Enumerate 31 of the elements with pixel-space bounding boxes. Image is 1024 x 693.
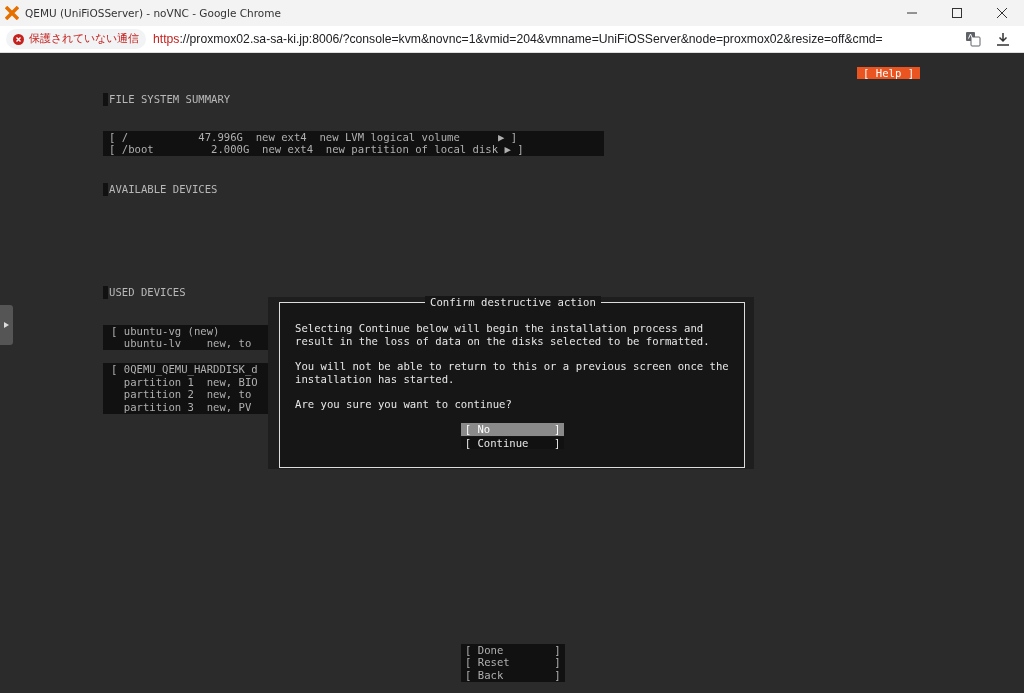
menu-button[interactable]: [ Done ]: [465, 643, 561, 657]
url-text[interactable]: https://proxmox02.sa-sa-ki.jp:8006/?console=kvm&novnc=1&vmid=204&vmname=UniFiOSServer&node=proxmox02&resize=off&cmd=: [153, 32, 958, 46]
side-panel-handle[interactable]: [0, 305, 13, 345]
dialog-button[interactable]: [ Continue ]: [460, 436, 565, 450]
dialog-message: You will not be able to return to this or a previous screen once the installation has started.: [295, 360, 730, 386]
warning-icon: [13, 33, 24, 45]
device-row[interactable]: ubuntu-lv new, to: [111, 337, 271, 350]
file-system-row[interactable]: [ /boot 2.000G new ext4 new partition of local disk ▶ ]: [109, 143, 524, 157]
device-row[interactable]: [ 0QEMU_QEMU_HARDDISK_d: [111, 362, 271, 376]
translate-icon: [965, 31, 981, 47]
close-icon: [996, 8, 1007, 18]
app-logo-icon: [5, 6, 19, 20]
file-system-row[interactable]: [ / 47.996G new ext4 new LVM logical volume ▶ ]: [109, 130, 524, 144]
device-row[interactable]: [ ubuntu-vg (new): [111, 324, 271, 338]
help-button[interactable]: [ Help ]: [857, 67, 921, 79]
menu-button[interactable]: [ Reset ]: [465, 656, 561, 670]
download-icon: [996, 32, 1010, 46]
maximize-icon: [951, 8, 962, 18]
triangle-right-icon: [4, 322, 9, 328]
section-heading: USED DEVICES: [103, 285, 186, 299]
section-heading: FILE SYSTEM SUMMARY: [103, 93, 231, 106]
dialog-message: Selecting Continue below will begin the installation process and result in the loss of data on the disks selected to be formatted.: [295, 322, 711, 348]
menu-button[interactable]: [ Back ]: [465, 669, 561, 682]
window-title: QEMU (UniFiOSServer) - noVNC - Google Chrome: [25, 7, 282, 19]
dialog-title: Confirm destructive action: [425, 296, 601, 309]
device-row[interactable]: partition 2 new, to: [111, 388, 271, 402]
security-chip[interactable]: 保護されていない通信: [6, 29, 146, 49]
dialog-message: Are you sure you want to continue?: [295, 398, 513, 411]
section-heading: AVAILABLE DEVICES: [103, 183, 218, 196]
device-row[interactable]: partition 1 new, BIO: [111, 375, 271, 389]
device-row[interactable]: partition 3 new, PV: [111, 401, 271, 414]
